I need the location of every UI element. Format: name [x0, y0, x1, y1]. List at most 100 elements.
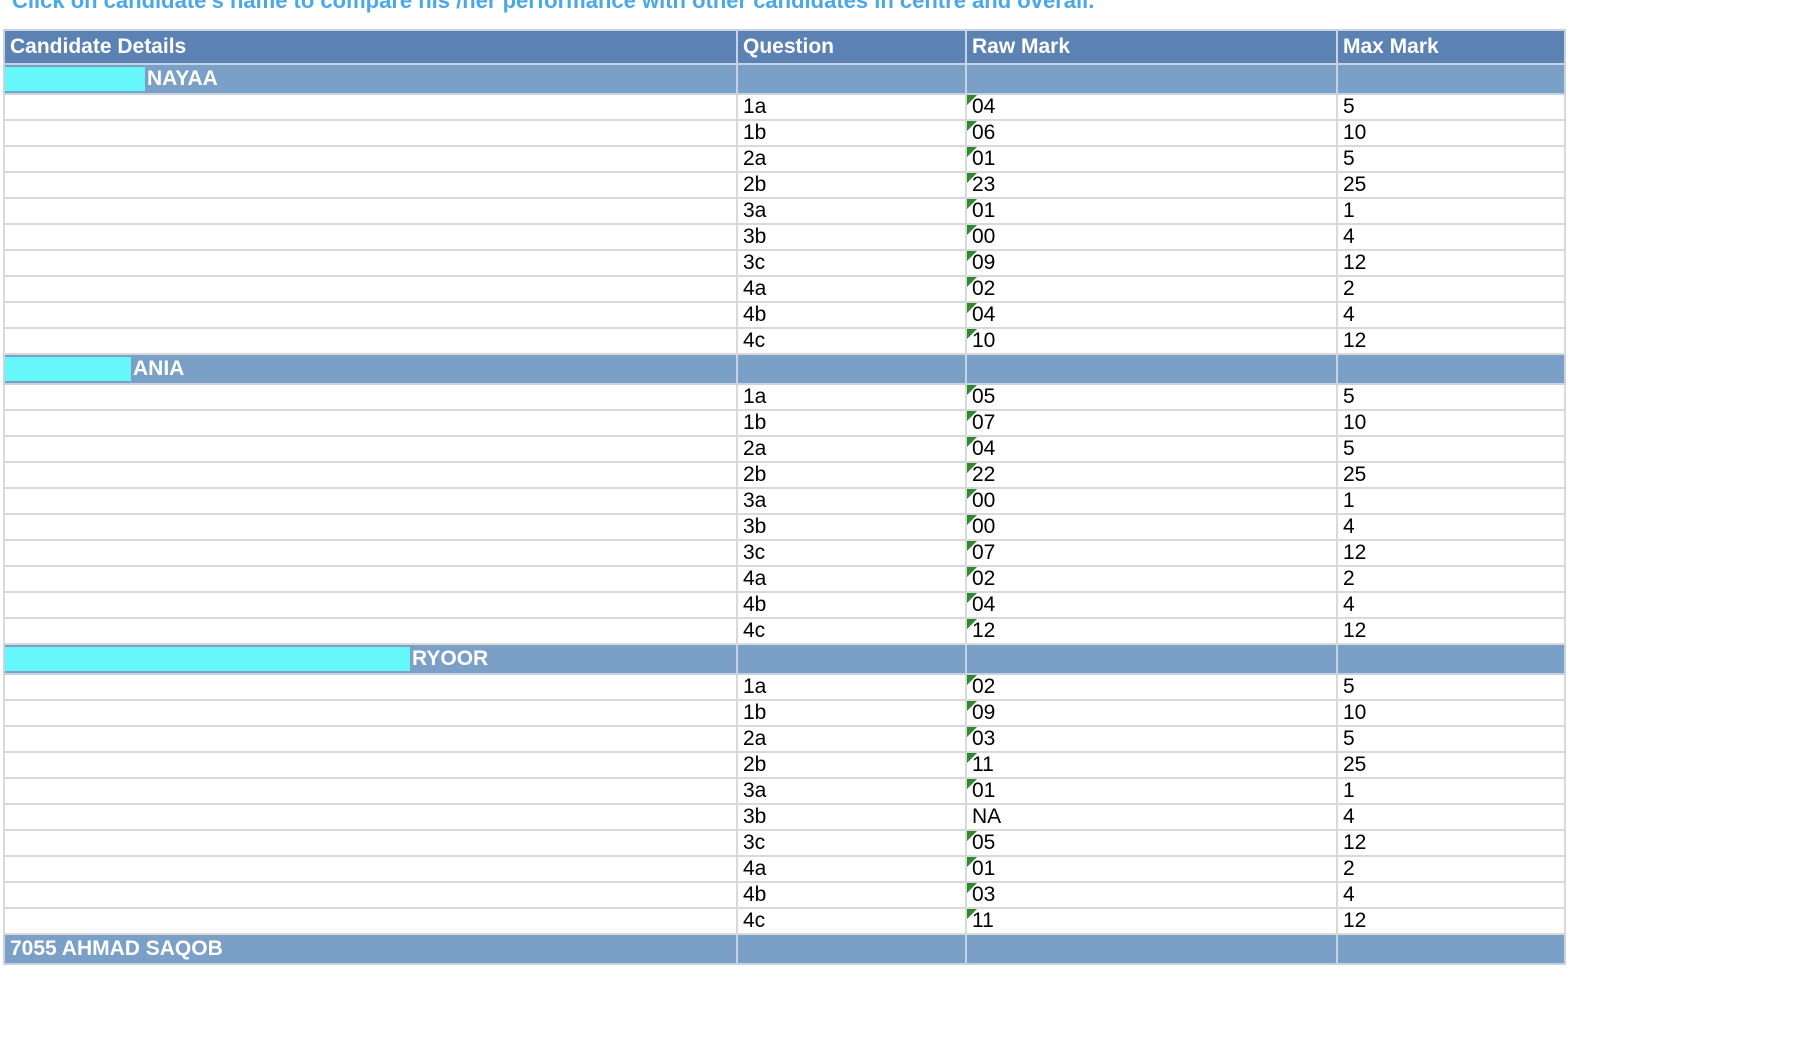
- candidate-details-empty-cell: [3, 513, 738, 541]
- candidate-name-cell[interactable]: ANIA: [3, 353, 738, 385]
- max-mark-cell: 12: [1336, 249, 1566, 277]
- candidate-name-link[interactable]: 7055 AHMAD SAQOB: [10, 937, 223, 961]
- mark-row: 3b NA 4: [3, 803, 1566, 831]
- raw-mark-cell: 02: [965, 275, 1338, 303]
- candidate-name-link[interactable]: RYOOR: [412, 647, 488, 671]
- raw-mark-cell: 04: [965, 435, 1338, 463]
- candidate-details-empty-cell: [3, 751, 738, 779]
- raw-mark-cell: 01: [965, 777, 1338, 805]
- raw-mark-cell: 23: [965, 171, 1338, 199]
- candidate-details-empty-cell: [3, 617, 738, 645]
- raw-mark-cell: 02: [965, 565, 1338, 593]
- max-mark-cell: 1: [1336, 777, 1566, 805]
- comment-flag-icon: [968, 620, 977, 629]
- question-cell: 3b: [736, 513, 967, 541]
- candidate-row-empty-cell: [1336, 643, 1566, 675]
- question-cell: 2a: [736, 145, 967, 173]
- question-cell: 3c: [736, 539, 967, 567]
- question-cell: 3a: [736, 777, 967, 805]
- max-mark-cell: 5: [1336, 673, 1566, 701]
- header-question: Question: [736, 29, 967, 65]
- comment-flag-icon: [968, 148, 977, 157]
- max-mark-cell: 2: [1336, 275, 1566, 303]
- raw-mark-cell: 01: [965, 145, 1338, 173]
- table-header-row: Candidate Details Question Raw Mark Max …: [3, 29, 1566, 65]
- mark-row: 4c 11 12: [3, 907, 1566, 935]
- candidate-row-empty-cell: [965, 643, 1338, 675]
- max-mark-cell: 4: [1336, 513, 1566, 541]
- comment-flag-icon: [968, 330, 977, 339]
- question-cell: 2a: [736, 435, 967, 463]
- raw-mark-value: NA: [972, 805, 1002, 828]
- max-mark-cell: 4: [1336, 591, 1566, 619]
- question-cell: 1a: [736, 383, 967, 411]
- candidate-details-empty-cell: [3, 673, 738, 701]
- comment-flag-icon: [968, 278, 977, 287]
- candidate-row-empty-cell: [736, 933, 967, 965]
- raw-mark-cell: 07: [965, 539, 1338, 567]
- candidate-details-empty-cell: [3, 197, 738, 225]
- comment-flag-icon: [968, 226, 977, 235]
- comment-flag-icon: [968, 490, 977, 499]
- comment-flag-icon: [968, 754, 977, 763]
- mark-row: 4b 04 4: [3, 591, 1566, 619]
- max-mark-cell: 12: [1336, 829, 1566, 857]
- comment-flag-icon: [968, 516, 977, 525]
- max-mark-cell: 25: [1336, 461, 1566, 489]
- raw-mark-cell: 02: [965, 673, 1338, 701]
- max-mark-cell: 2: [1336, 855, 1566, 883]
- raw-mark-cell: 00: [965, 487, 1338, 515]
- candidate-name-cell[interactable]: 7055 AHMAD SAQOB: [3, 933, 738, 965]
- raw-mark-cell: 03: [965, 881, 1338, 909]
- mark-row: 3b 00 4: [3, 513, 1566, 541]
- question-cell: 3c: [736, 829, 967, 857]
- mark-row: 1b 07 10: [3, 409, 1566, 437]
- raw-mark-cell: 11: [965, 907, 1338, 935]
- question-cell: 4c: [736, 907, 967, 935]
- mark-row: 3c 05 12: [3, 829, 1566, 857]
- mark-row: 4b 03 4: [3, 881, 1566, 909]
- question-cell: 3a: [736, 487, 967, 515]
- candidate-details-empty-cell: [3, 383, 738, 411]
- candidate-details-empty-cell: [3, 907, 738, 935]
- question-cell: 3a: [736, 197, 967, 225]
- comment-flag-icon: [968, 568, 977, 577]
- comment-flag-icon: [968, 174, 977, 183]
- mark-row: 1b 09 10: [3, 699, 1566, 727]
- raw-mark-cell: 06: [965, 119, 1338, 147]
- candidate-row-empty-cell: [736, 643, 967, 675]
- question-cell: 4c: [736, 617, 967, 645]
- comment-flag-icon: [968, 910, 977, 919]
- candidate-details-empty-cell: [3, 487, 738, 515]
- question-cell: 4a: [736, 275, 967, 303]
- question-cell: 4b: [736, 591, 967, 619]
- candidate-name-cell[interactable]: RYOOR: [3, 643, 738, 675]
- max-mark-cell: 25: [1336, 171, 1566, 199]
- max-mark-cell: 1: [1336, 197, 1566, 225]
- mark-row: 4b 04 4: [3, 301, 1566, 329]
- redacted-name-block: [6, 357, 131, 381]
- raw-mark-cell: 00: [965, 223, 1338, 251]
- max-mark-cell: 4: [1336, 301, 1566, 329]
- raw-mark-cell: 01: [965, 855, 1338, 883]
- max-mark-cell: 5: [1336, 725, 1566, 753]
- candidate-row: 7055 AHMAD SAQOB: [3, 933, 1566, 965]
- candidate-name-cell[interactable]: NAYAA: [3, 63, 738, 95]
- redacted-name-block: [6, 647, 410, 671]
- question-cell: 4b: [736, 301, 967, 329]
- comment-flag-icon: [968, 304, 977, 313]
- raw-mark-cell: 10: [965, 327, 1338, 355]
- comment-flag-icon: [968, 252, 977, 261]
- raw-mark-cell: 05: [965, 383, 1338, 411]
- mark-row: 1a 04 5: [3, 93, 1566, 121]
- question-cell: 2b: [736, 171, 967, 199]
- raw-mark-cell: 04: [965, 591, 1338, 619]
- candidate-details-empty-cell: [3, 93, 738, 121]
- candidate-row-empty-cell: [736, 353, 967, 385]
- candidate-details-empty-cell: [3, 725, 738, 753]
- raw-mark-cell: 11: [965, 751, 1338, 779]
- candidate-name-link[interactable]: NAYAA: [147, 67, 218, 91]
- candidate-name-link[interactable]: ANIA: [133, 357, 184, 381]
- comment-flag-icon: [968, 702, 977, 711]
- candidate-details-empty-cell: [3, 803, 738, 831]
